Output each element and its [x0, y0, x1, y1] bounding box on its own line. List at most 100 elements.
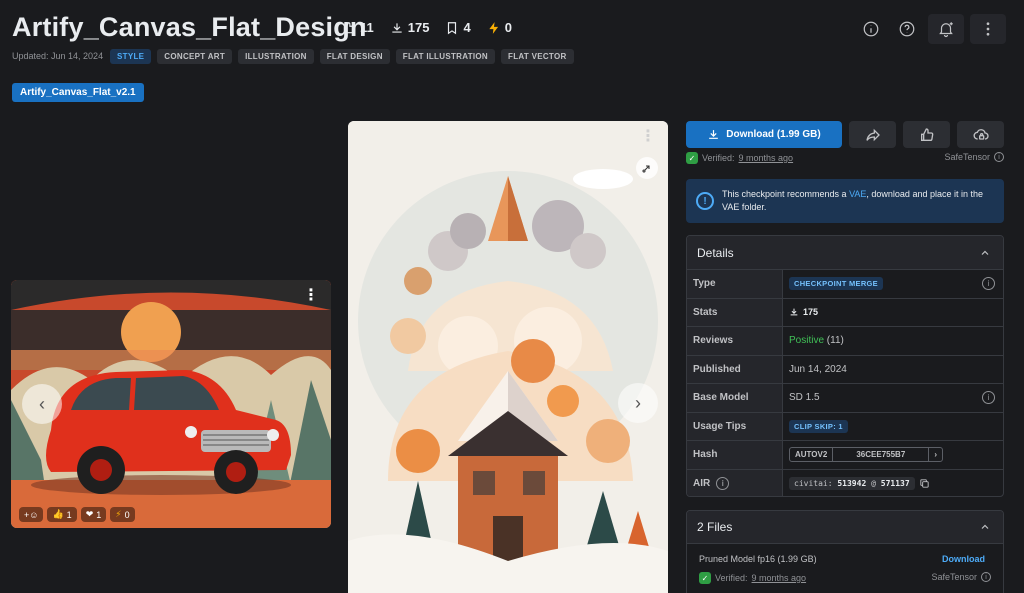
card-menu-icon[interactable]: ⋮ — [640, 129, 656, 145]
tag-style[interactable]: STYLE — [110, 49, 152, 64]
file-name: Pruned Model fp16 (1.99 GB) — [699, 554, 817, 564]
gallery-image-mountain[interactable]: ⋮ › — [348, 121, 668, 593]
cloud-save-button[interactable] — [957, 121, 1004, 148]
files-header[interactable]: 2 Files — [687, 511, 1003, 544]
tag-flat-design[interactable]: FLAT DESIGN — [319, 49, 390, 64]
info-icon[interactable]: i — [716, 477, 730, 491]
gallery-next-button[interactable]: › — [618, 383, 658, 423]
row-label: Published — [687, 355, 783, 383]
remix-button[interactable] — [636, 157, 658, 179]
info-icon[interactable]: i — [981, 572, 991, 582]
verified-prefix: Verified: — [702, 153, 735, 163]
info-icon — [863, 21, 879, 37]
verified-time-link[interactable]: 9 months ago — [752, 573, 807, 583]
details-header[interactable]: Details — [687, 236, 1003, 270]
heart-reaction[interactable]: ❤ 1 — [80, 507, 107, 522]
row-label: Type — [687, 270, 783, 298]
check-icon: ✓ — [686, 152, 698, 164]
row-label: Base Model — [687, 384, 783, 412]
bolt-icon — [489, 21, 498, 34]
row-label: Usage Tips — [687, 412, 783, 440]
version-button[interactable]: Artify_Canvas_Flat_v2.1 — [12, 83, 144, 102]
details-row-air: AIR i civitai: 513942 @ 571137 — [687, 469, 1003, 496]
vae-alert: ! This checkpoint recommends a VAE, down… — [686, 179, 1004, 223]
gallery-image-car[interactable]: ⋮ ‹ +☺ 👍 1 ❤ 1 ⚡ 0 — [11, 280, 331, 528]
info-icon[interactable]: i — [982, 277, 995, 291]
details-row-base-model: Base Model SD 1.5 i — [687, 384, 1003, 413]
like-button[interactable] — [903, 121, 950, 148]
row-label: Hash — [687, 441, 783, 469]
tag-concept-art[interactable]: CONCEPT ART — [157, 49, 233, 64]
heart-icon: ❤ — [85, 509, 94, 519]
alert-info-icon: ! — [696, 192, 714, 210]
tag-flat-vector[interactable]: FLAT VECTOR — [501, 49, 574, 64]
card-menu-icon[interactable]: ⋮ — [303, 288, 319, 304]
base-model-value: SD 1.5 — [789, 392, 820, 404]
info-icon[interactable]: i — [982, 391, 995, 405]
verified-prefix: Verified: — [715, 573, 748, 583]
share-button[interactable] — [849, 121, 896, 148]
buzz-stat: 0 — [487, 20, 512, 35]
buzz-reaction[interactable]: ⚡ 0 — [110, 507, 135, 522]
vae-link[interactable]: VAE — [849, 189, 866, 199]
check-icon: ✓ — [699, 572, 711, 584]
updated-date: Updated: Jun 14, 2024 — [12, 51, 104, 61]
hash-type: AUTOV2 — [790, 448, 834, 462]
reaction-bar: +☺ 👍 1 ❤ 1 ⚡ 0 — [19, 507, 135, 522]
reviews-sentiment[interactable]: Positive — [789, 335, 824, 346]
air-at: @ — [871, 479, 876, 489]
heart-count: 1 — [96, 509, 102, 520]
info-button[interactable] — [856, 14, 886, 44]
bookmark-icon — [448, 21, 457, 34]
buzz-count: 0 — [504, 20, 512, 35]
likes-stat: 11 — [342, 20, 374, 35]
copy-icon[interactable] — [919, 478, 930, 489]
air-identifier[interactable]: civitai: 513942 @ 571137 — [789, 477, 915, 491]
share-icon — [865, 128, 880, 141]
cloud-lock-icon — [973, 128, 989, 140]
like-count: 1 — [66, 509, 72, 520]
download-icon — [790, 308, 798, 316]
details-row-stats: Stats 175 — [687, 298, 1003, 327]
gallery-prev-button[interactable]: ‹ — [22, 384, 62, 424]
remix-icon — [642, 165, 650, 173]
files-panel: 2 Files Pruned Model fp16 (1.99 GB) Down… — [686, 510, 1004, 593]
air-version-id: 571137 — [880, 479, 910, 489]
format-label: SafeTensor — [944, 152, 990, 162]
bolt-icon: ⚡ — [115, 509, 122, 519]
details-row-hash: Hash AUTOV2 36CEE755B7 › — [687, 441, 1003, 470]
notify-button[interactable] — [928, 14, 964, 44]
add-reaction-button[interactable]: +☺ — [19, 507, 44, 522]
tag-flat-illustration[interactable]: FLAT ILLUSTRATION — [395, 49, 496, 64]
alert-text-before: This checkpoint recommends a — [722, 189, 850, 199]
more-button[interactable] — [970, 14, 1006, 44]
thumbs-up-icon — [343, 21, 355, 33]
file-format: SafeTensor i — [944, 152, 1004, 162]
hash-value[interactable]: 36CEE755B7 — [833, 448, 930, 462]
chevron-right-icon[interactable]: › — [929, 448, 942, 461]
chevron-up-icon — [981, 250, 989, 255]
help-button[interactable] — [892, 14, 922, 44]
row-label: Reviews — [687, 327, 783, 355]
info-icon[interactable]: i — [994, 152, 1004, 162]
tag-illustration[interactable]: ILLUSTRATION — [238, 49, 314, 64]
verified-time-link[interactable]: 9 months ago — [739, 153, 794, 163]
details-panel: Details Type CHECKPOINT MERGE i Stats 175… — [686, 235, 1004, 497]
download-label: Download (1.99 GB) — [726, 129, 821, 140]
reviews-count: (11) — [826, 335, 844, 347]
downloads-stat: 175 — [390, 20, 430, 35]
air-prefix: civitai: — [794, 479, 833, 489]
download-button[interactable]: Download (1.99 GB) — [686, 121, 842, 148]
type-badge: CHECKPOINT MERGE — [789, 277, 883, 291]
stats-downloads: 175 — [803, 307, 819, 318]
published-date: Jun 14, 2024 — [789, 363, 847, 375]
details-row-usage-tips: Usage Tips CLIP SKIP: 1 — [687, 412, 1003, 441]
details-title: Details — [697, 245, 734, 260]
mountain-house-image — [348, 121, 668, 593]
air-model-id: 513942 — [837, 479, 867, 489]
downloads-count: 175 — [407, 20, 430, 35]
hash-selector[interactable]: AUTOV2 36CEE755B7 › — [789, 447, 943, 463]
file-verified-status: ✓ Verified: 9 months ago — [699, 572, 806, 584]
like-reaction[interactable]: 👍 1 — [47, 507, 77, 522]
file-download-link[interactable]: Download — [942, 554, 985, 564]
